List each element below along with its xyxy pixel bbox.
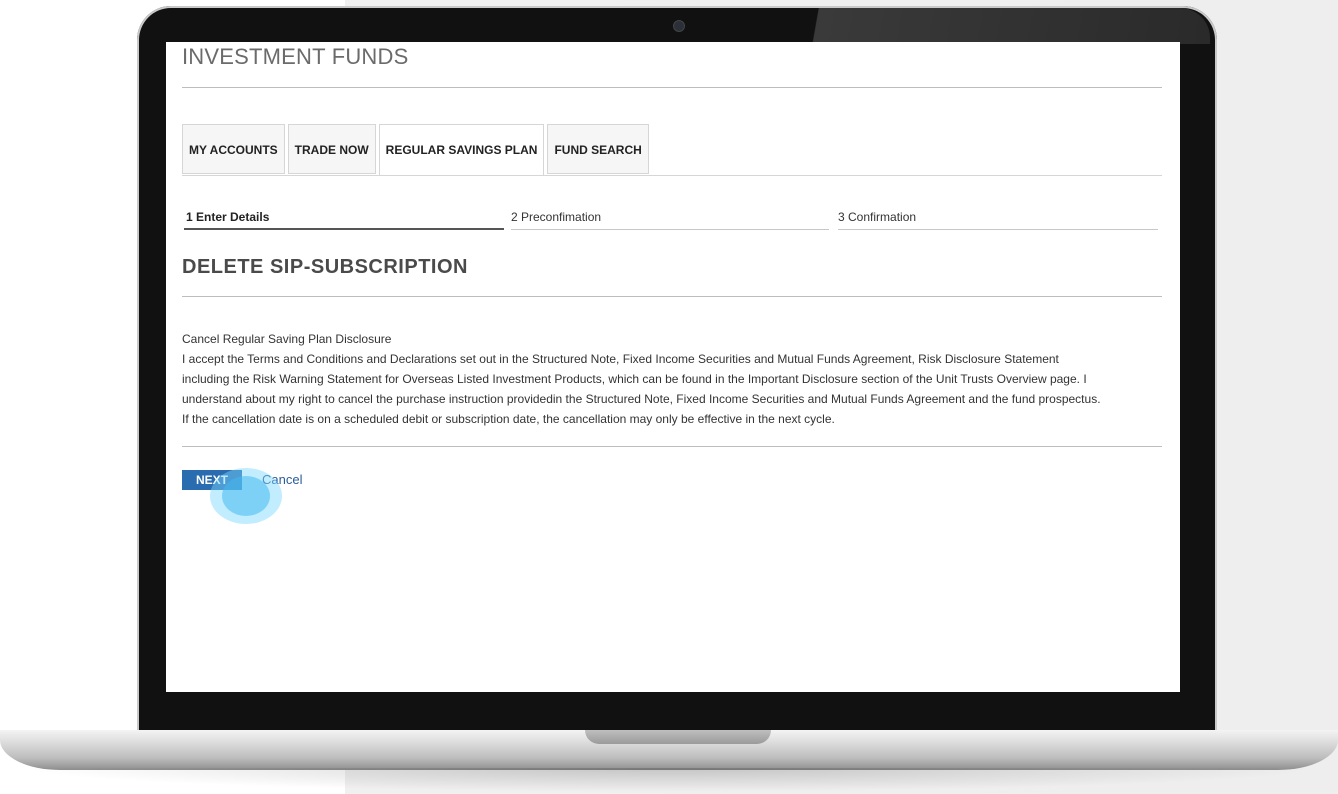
tab-regular-savings-plan[interactable]: REGULAR SAVINGS PLAN bbox=[378, 124, 545, 176]
screen-glare bbox=[800, 8, 1210, 44]
tab-bar: MY ACCOUNTS TRADE NOW REGULAR SAVINGS PL… bbox=[182, 124, 652, 176]
section-divider bbox=[182, 296, 1162, 297]
tab-trade-now[interactable]: TRADE NOW bbox=[287, 124, 376, 174]
laptop-base-notch bbox=[585, 730, 771, 744]
step-preconfirmation: 2 Preconfimation bbox=[511, 210, 602, 224]
step-enter-details: 1 Enter Details bbox=[186, 210, 270, 224]
disclosure-line: understand about my right to cancel the … bbox=[182, 392, 1101, 406]
tab-fund-search[interactable]: FUND SEARCH bbox=[547, 124, 649, 174]
disclosure-divider bbox=[182, 446, 1162, 447]
section-title: DELETE SIP-SUBSCRIPTION bbox=[182, 256, 468, 278]
laptop-shadow bbox=[20, 768, 1320, 792]
tap-indicator-core bbox=[222, 476, 270, 516]
camera-icon bbox=[673, 20, 685, 32]
title-divider bbox=[182, 87, 1162, 88]
disclosure-line: If the cancellation date is on a schedul… bbox=[182, 412, 835, 426]
step-indicator-2 bbox=[511, 229, 829, 230]
disclosure-line: I accept the Terms and Conditions and De… bbox=[182, 352, 1059, 366]
disclosure-heading: Cancel Regular Saving Plan Disclosure bbox=[182, 332, 392, 346]
disclosure-line: including the Risk Warning Statement for… bbox=[182, 372, 1087, 386]
disclosure-text: Cancel Regular Saving Plan Disclosure I … bbox=[182, 329, 1167, 429]
tab-my-accounts[interactable]: MY ACCOUNTS bbox=[182, 124, 285, 174]
tabs-baseline bbox=[182, 175, 1162, 176]
step-confirmation: 3 Confirmation bbox=[838, 210, 917, 224]
step-indicator-3 bbox=[838, 229, 1158, 230]
screen: INVESTMENT FUNDS MY ACCOUNTS TRADE NOW R… bbox=[166, 42, 1180, 692]
page-title: INVESTMENT FUNDS bbox=[182, 44, 409, 69]
step-indicator-1 bbox=[184, 228, 504, 230]
